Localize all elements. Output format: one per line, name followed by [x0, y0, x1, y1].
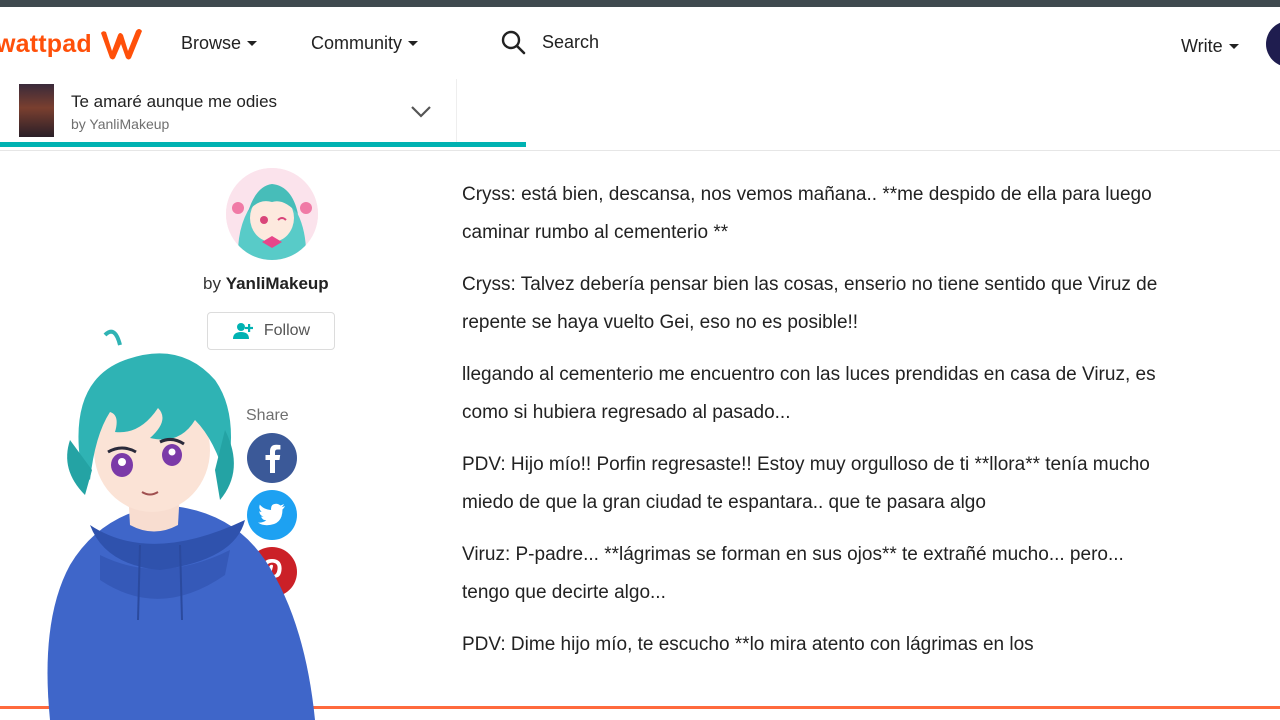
caret-down-icon: [247, 41, 258, 46]
search-bar[interactable]: Search: [500, 29, 599, 55]
story-paragraph: PDV: Dime hijo mío, te escucho **lo mira…: [462, 634, 1034, 655]
chevron-down-icon[interactable]: [410, 105, 432, 119]
author-avatar-image: [226, 168, 318, 260]
search-icon: [501, 30, 526, 55]
reading-progress-bar: [0, 142, 526, 147]
search-label: Search: [542, 31, 600, 52]
site-header: wattpad Browse Community Search Write: [0, 7, 1280, 79]
story-cover-image: [19, 84, 54, 137]
nav-browse[interactable]: Browse: [181, 33, 258, 54]
story-paragraph: Cryss: está bien, descansa, nos vemos ma…: [462, 184, 1152, 243]
story-paragraph: Viruz: P-padre... **lágrimas se forman e…: [462, 544, 1124, 603]
logo-wordmark: wattpad: [0, 29, 92, 58]
caret-down-icon: [408, 41, 419, 46]
nav-browse-label: Browse: [181, 33, 242, 53]
user-avatar[interactable]: [1266, 21, 1280, 67]
by-prefix: by: [203, 274, 221, 293]
wattpad-logo[interactable]: wattpad: [0, 27, 146, 61]
story-paragraph: Cryss: Talvez debería pensar bien las co…: [462, 274, 1158, 333]
nav-write-label: Write: [1181, 36, 1223, 56]
story-part-selector[interactable]: Te amaré aunque me odies by YanliMakeup: [0, 79, 457, 145]
caret-down-icon: [1228, 44, 1239, 49]
story-author: by YanliMakeup: [71, 116, 170, 132]
nav-community[interactable]: Community: [311, 33, 419, 54]
author-name-link[interactable]: YanliMakeup: [226, 274, 329, 293]
story-title: Te amaré aunque me odies: [71, 92, 278, 111]
vtuber-avatar-overlay: [47, 329, 315, 720]
nav-community-label: Community: [311, 33, 403, 53]
story-paragraph: llegando al cementerio me encuentro con …: [462, 364, 1156, 423]
story-header-bar: Te amaré aunque me odies by YanliMakeup: [0, 79, 1280, 151]
window-top-strip: [0, 0, 1280, 7]
author-avatar[interactable]: [226, 168, 318, 260]
nav-write[interactable]: Write: [1181, 36, 1239, 57]
author-byline: by YanliMakeup: [203, 274, 329, 294]
wattpad-w-icon: [100, 29, 142, 60]
story-content: Cryss: está bien, descansa, nos vemos ma…: [462, 176, 1162, 678]
story-paragraph: PDV: Hijo mío!! Porfin regresaste!! Esto…: [462, 454, 1150, 513]
